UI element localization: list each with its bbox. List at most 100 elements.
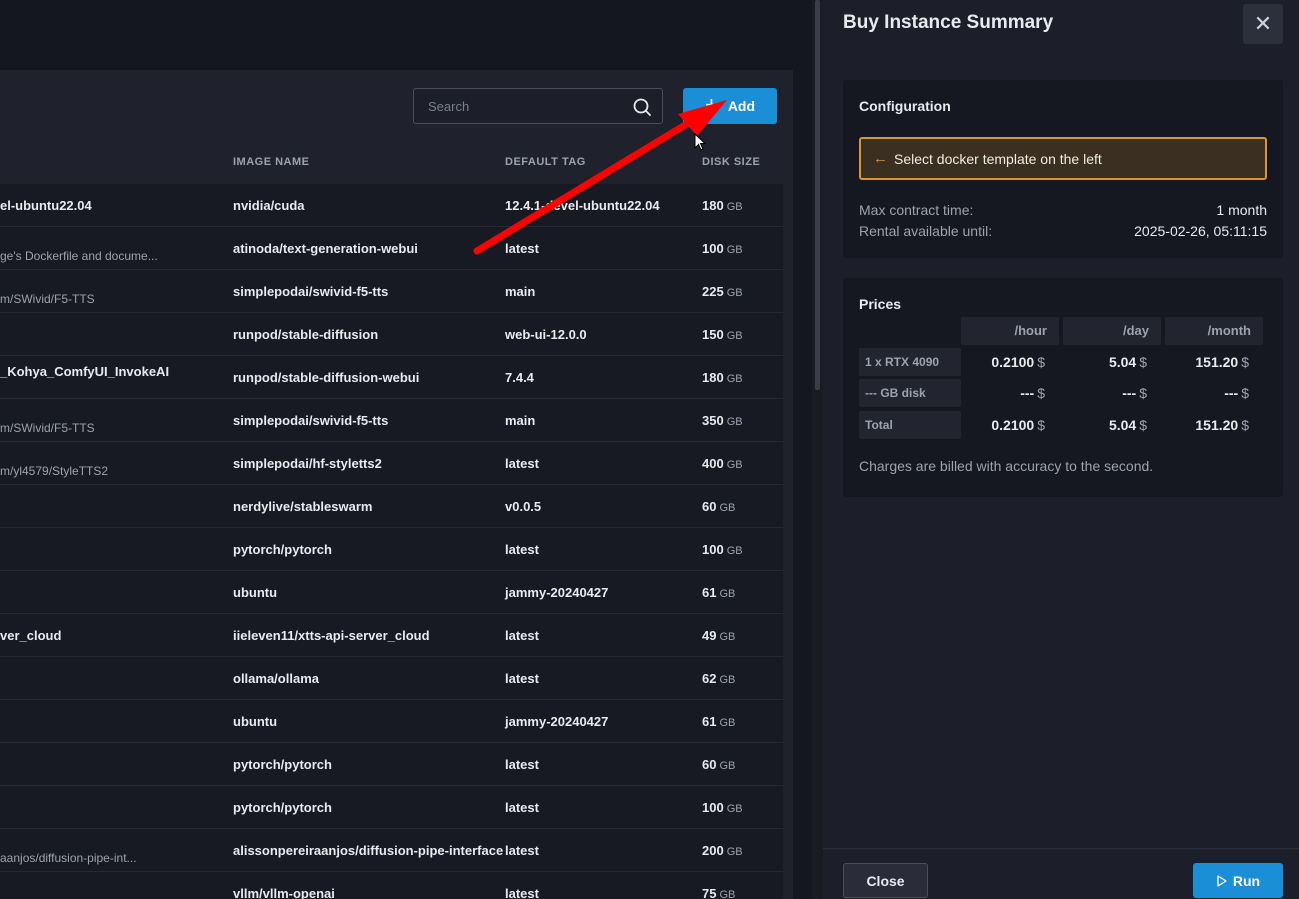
disk-size: 180 GB [702, 198, 743, 213]
disk-size-value: 150 [702, 327, 724, 342]
disk-size-unit: GB [726, 201, 743, 213]
scrollbar-thumb[interactable] [815, 0, 820, 390]
disk-size-value: 200 [702, 843, 724, 858]
disk-size-value: 100 [702, 241, 724, 256]
template-name: aanjos/diffusion-pipe-int... [0, 851, 137, 865]
image-name: simplepodai/hf-styletts2 [233, 456, 382, 471]
disk-size: 62 GB [702, 671, 735, 686]
header-image-name: IMAGE NAME [233, 156, 310, 168]
table-row[interactable]: _Kohya_ComfyUI_InvokeAI runpod/stable-dif… [0, 356, 783, 399]
table-row[interactable]: pytorch/pytorch latest 100 GB [0, 786, 783, 829]
add-button[interactable]: + Add [683, 88, 777, 124]
run-button[interactable]: Run [1193, 863, 1283, 898]
plus-icon: + [704, 92, 718, 117]
table-row[interactable]: ubuntu jammy-20240427 61 GB [0, 571, 783, 614]
close-icon[interactable]: ✕ [1243, 4, 1283, 44]
currency-symbol: $ [1241, 385, 1249, 401]
table-row[interactable]: ubuntu jammy-20240427 61 GB [0, 700, 783, 743]
default-tag: latest [505, 628, 539, 643]
disk-size: 100 GB [702, 542, 743, 557]
disk-size-value: 350 [702, 413, 724, 428]
price-value: 151.20 [1195, 354, 1239, 370]
table-row[interactable]: ollama/ollama latest 62 GB [0, 657, 783, 700]
default-tag: 12.4.1-devel-ubuntu22.04 [505, 198, 660, 213]
billing-note: Charges are billed with accuracy to the … [859, 458, 1154, 474]
default-tag: 7.4.4 [505, 370, 534, 385]
default-tag: latest [505, 886, 539, 899]
image-name: iieleven11/xtts-api-server_cloud [233, 628, 430, 643]
default-tag: main [505, 413, 536, 428]
default-tag: jammy-20240427 [505, 585, 609, 600]
image-name: ubuntu [233, 585, 278, 600]
header-default-tag: DEFAULT TAG [505, 156, 586, 168]
template-name: el-ubuntu22.04 [0, 198, 92, 213]
disk-size-unit: GB [726, 459, 743, 471]
templates-table: el-ubuntu22.04 nvidia/cuda 12.4.1-devel-ub… [0, 184, 783, 899]
table-row[interactable]: el-ubuntu22.04 nvidia/cuda 12.4.1-devel-ub… [0, 184, 783, 227]
table-row[interactable]: m/SWivid/F5-TTS simplepodai/swivid-f5-tts… [0, 399, 783, 442]
disk-size-unit: GB [726, 846, 743, 858]
template-name: m/SWivid/F5-TTS [0, 421, 95, 435]
disk-size: 180 GB [702, 370, 743, 385]
max-contract-value: 1 month [1216, 202, 1267, 218]
disk-size-unit: GB [719, 889, 736, 899]
default-tag: web-ui-12.0.0 [505, 327, 587, 342]
template-name: m/yl4579/StyleTTS2 [0, 464, 109, 478]
template-name: ge's Dockerfile and docume... [0, 249, 158, 263]
default-tag: latest [505, 671, 539, 686]
disk-size: 61 GB [702, 714, 735, 729]
select-template-warning: ← Select docker template on the left [859, 137, 1267, 180]
table-row[interactable]: vllm/vllm-openai latest 75 GB [0, 872, 783, 899]
image-name: atinoda/text-generation-webui [233, 241, 418, 256]
search-box[interactable] [413, 88, 663, 124]
table-header: IMAGE NAME DEFAULT TAG DISK SIZE [0, 156, 793, 170]
disk-size-unit: GB [719, 674, 736, 686]
currency-symbol: $ [1241, 417, 1249, 433]
table-row[interactable]: ver_cloud iieleven11/xtts-api-server_clou… [0, 614, 783, 657]
disk-size-unit: GB [726, 287, 743, 299]
table-row[interactable]: m/SWivid/F5-TTS simplepodai/swivid-f5-tts… [0, 270, 783, 313]
play-icon [1217, 874, 1227, 887]
price-col-month: /month [1165, 317, 1263, 345]
price-col-day: /day [1063, 317, 1161, 345]
default-tag: latest [505, 800, 539, 815]
buy-instance-summary-panel: Buy Instance Summary ✕ Configuration ← S… [823, 0, 1299, 899]
add-button-label: Add [727, 98, 756, 114]
disk-size-unit: GB [719, 760, 736, 772]
disk-size-value: 60 [702, 499, 717, 514]
search-icon[interactable] [632, 97, 652, 117]
default-tag: latest [505, 241, 539, 256]
table-row[interactable]: pytorch/pytorch latest 100 GB [0, 528, 783, 571]
table-row[interactable]: aanjos/diffusion-pipe-int... alissonperei… [0, 829, 783, 872]
disk-size-value: 49 [702, 628, 717, 643]
template-name: ver_cloud [0, 628, 62, 643]
image-name: ollama/ollama [233, 671, 319, 686]
table-row[interactable]: nerdylive/stableswarm v0.0.5 60 GB [0, 485, 783, 528]
disk-size: 49 GB [702, 628, 735, 643]
disk-size-value: 75 [702, 886, 717, 899]
close-button[interactable]: Close [843, 863, 928, 898]
default-tag: jammy-20240427 [505, 714, 609, 729]
disk-size: 100 GB [702, 241, 743, 256]
template-name: _Kohya_ComfyUI_InvokeAI [0, 364, 170, 379]
configuration-title: Configuration [859, 98, 951, 114]
prices-card: Prices /hour /day /month 1 x RTX 4090 0.2… [843, 278, 1283, 497]
price-value: 151.20 [1195, 417, 1239, 433]
disk-size: 61 GB [702, 585, 735, 600]
table-row[interactable]: runpod/stable-diffusion web-ui-12.0.0 150 G… [0, 313, 783, 356]
image-name: nvidia/cuda [233, 198, 305, 213]
default-tag: latest [505, 542, 539, 557]
price-cell: --- $ [1109, 379, 1249, 407]
rental-until-label: Rental available until: [859, 223, 993, 239]
table-row[interactable]: pytorch/pytorch latest 60 GB [0, 743, 783, 786]
search-input[interactable] [428, 89, 628, 123]
image-name: pytorch/pytorch [233, 757, 332, 772]
warning-text: Select docker template on the left [894, 150, 1102, 167]
image-name: simplepodai/swivid-f5-tts [233, 413, 389, 428]
panel-title: Buy Instance Summary [843, 12, 1054, 33]
mouse-cursor-icon [694, 133, 707, 151]
disk-size: 200 GB [702, 843, 743, 858]
table-row[interactable]: ge's Dockerfile and docume... atinoda/tex… [0, 227, 783, 270]
table-row[interactable]: m/yl4579/StyleTTS2 simplepodai/hf-stylett… [0, 442, 783, 485]
left-top-bar [0, 0, 812, 70]
